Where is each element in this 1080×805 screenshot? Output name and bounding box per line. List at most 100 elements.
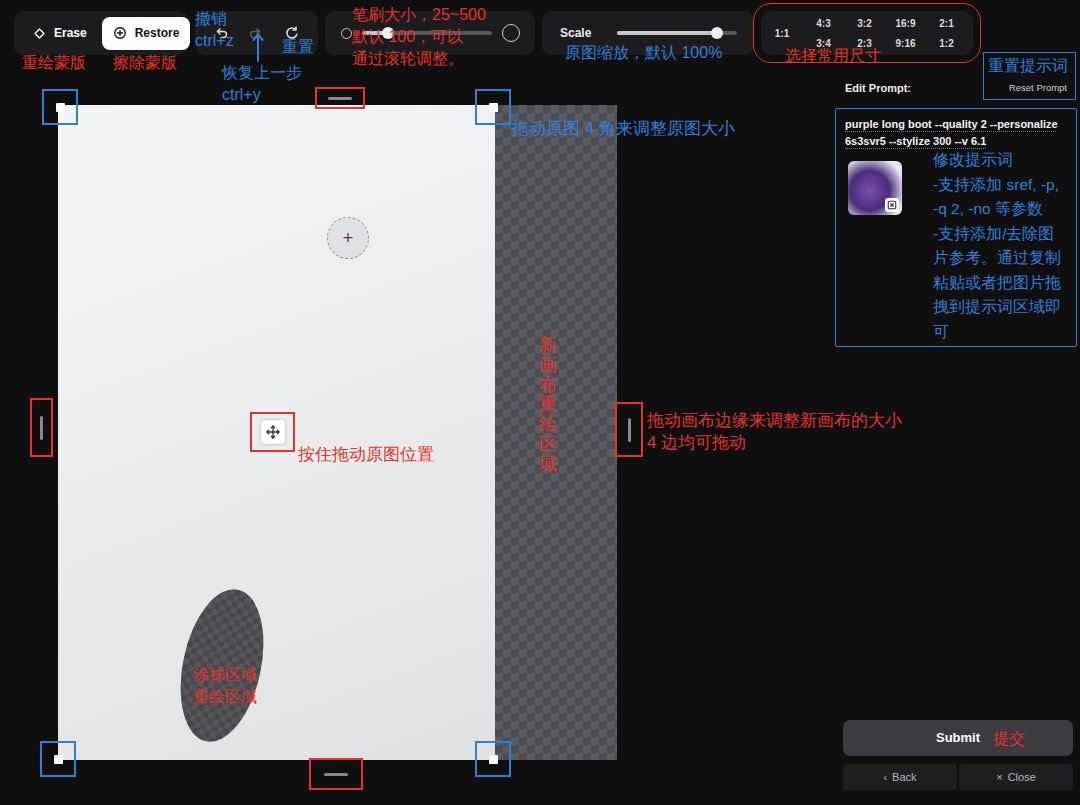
move-handle-outline — [250, 412, 295, 452]
redo-icon — [248, 25, 264, 41]
reset-prompt-button[interactable]: Reset Prompt — [1009, 81, 1067, 95]
ratio-label: 1:2 — [939, 36, 953, 51]
ratio-label: 3:4 — [816, 36, 830, 51]
erase-button[interactable]: Erase — [22, 17, 98, 50]
brush-cursor-cross: + — [343, 229, 354, 247]
canvas: + — [0, 65, 835, 805]
scale-slider-thumb[interactable] — [711, 27, 723, 39]
ratio-button[interactable]: 2:1 — [926, 13, 967, 33]
annotation-text: 笔刷大小，25~500 默认 100，可以 通过滚轮调整。 — [352, 6, 486, 67]
reset-icon — [284, 25, 300, 41]
annotation-text: 按住拖动原图位置 — [298, 445, 434, 464]
corner-handle[interactable] — [40, 741, 76, 777]
undo-button[interactable] — [209, 21, 233, 45]
back-button[interactable]: ‹Back — [843, 764, 957, 790]
corner-handle[interactable] — [42, 89, 78, 125]
corner-handle[interactable] — [475, 89, 511, 125]
annotation: 原图缩放，默认 100% — [565, 42, 722, 64]
image-reference[interactable] — [848, 161, 902, 215]
prompt-panel: Edit Prompt:Reset Prompt purple long boot… — [835, 65, 1080, 805]
ratio-label: 2:1 — [939, 16, 953, 31]
corner-grip — [489, 103, 498, 112]
edge-grip — [328, 97, 352, 100]
annotation: 擦除蒙版 — [113, 52, 177, 74]
edge-grip — [324, 773, 348, 776]
annotation-text: 新画布重绘区域 — [539, 335, 557, 474]
ratio-label: 4:3 — [816, 16, 830, 31]
ratio-label: 16:9 — [895, 16, 915, 31]
small-brush-icon — [341, 28, 352, 39]
ratio-label: 2:3 — [857, 36, 871, 51]
annotation-text: 擦除蒙版 — [113, 54, 177, 71]
close-glyph-icon: × — [996, 769, 1002, 786]
annotation: 按住拖动原图位置 — [298, 444, 434, 466]
edge-handle[interactable] — [309, 758, 363, 790]
corner-grip — [489, 755, 498, 764]
ratio-button[interactable]: 3:4 — [803, 33, 844, 53]
back-glyph-icon: ‹ — [883, 769, 887, 786]
ratio-square-cell: 1:1 — [761, 23, 803, 43]
edge-handle[interactable] — [615, 402, 643, 457]
toolbar: Erase Restore Scale 1:1 4:3 3:2 16:9 2:1 3:4 2:3 9… — [0, 0, 1080, 65]
submit-button[interactable]: Submit — [843, 720, 1073, 756]
restore-label: Restore — [135, 24, 180, 42]
corner-grip — [56, 103, 65, 112]
ratio-grid: 4:3 3:2 16:9 2:1 3:4 2:3 9:16 1:2 — [803, 13, 967, 53]
brush-size-slider[interactable] — [362, 31, 492, 35]
edge-grip — [40, 416, 43, 440]
aspect-ratios: 1:1 4:3 3:2 16:9 2:1 3:4 2:3 9:16 1:2 — [761, 11, 973, 55]
annotation-text: 撤销 ctrl+z — [195, 10, 234, 49]
scale-slider[interactable] — [617, 31, 737, 35]
move-arrows-icon[interactable] — [261, 420, 285, 444]
annotation-text: 涂抹区域 重绘区域 — [193, 666, 257, 705]
annotation: 修改提示词 -支持添加 sref, -p, -q 2, -no 等参数 -支持添… — [933, 148, 1061, 344]
ratio-button[interactable]: 1:1 — [768, 23, 796, 43]
annotation: 重绘蒙版 — [22, 52, 86, 74]
annotation: 重置 — [282, 36, 314, 58]
edge-handle[interactable] — [30, 398, 53, 457]
scale-label: Scale — [560, 24, 591, 42]
brush-size-slider-thumb[interactable] — [382, 27, 394, 39]
ratio-label: 1:1 — [775, 26, 789, 41]
annotation-outline — [983, 52, 1076, 100]
workspace: + Edit Prompt:Reset Prompt purple long boo… — [0, 65, 1080, 805]
reset-button[interactable] — [280, 21, 304, 45]
annotation: 提交 — [993, 728, 1025, 750]
large-brush-icon — [502, 24, 520, 42]
ratio-button[interactable]: 2:3 — [844, 33, 885, 53]
prompt-text[interactable]: purple long boot --quality 2 --personali… — [845, 116, 1067, 149]
edge-handle[interactable] — [315, 87, 365, 109]
brush-cursor: + — [327, 217, 369, 259]
restore-button[interactable]: Restore — [102, 17, 191, 50]
annotation-text: 修改提示词 -支持添加 sref, -p, -q 2, -no 等参数 -支持添… — [933, 151, 1061, 340]
annotation-text: 提交 — [993, 730, 1025, 747]
scale-control: Scale — [542, 11, 754, 55]
annotation-text: 拖动画布边缘来调整新画布的大小 4 边均可拖动 — [647, 411, 902, 452]
ratio-button[interactable]: 3:2 — [844, 13, 885, 33]
annotation: 恢复上一步 ctrl+y — [222, 62, 302, 106]
panel-actions: ‹Back × Close — [843, 764, 1073, 790]
erase-label: Erase — [54, 24, 87, 42]
annotation-text: 重绘蒙版 — [22, 54, 86, 71]
prompt-editor[interactable]: purple long boot --quality 2 --personali… — [835, 108, 1077, 347]
ratio-button[interactable]: 9:16 — [885, 33, 926, 53]
restore-plus-icon — [113, 26, 127, 40]
annotation: 拖动画布边缘来调整新画布的大小 4 边均可拖动 — [647, 410, 902, 454]
annotation-text: 恢复上一步 ctrl+y — [222, 64, 302, 103]
close-label: Close — [1008, 769, 1036, 786]
annotation-layer: 重绘蒙版 擦除蒙版 撤销 ctrl+z 恢复上一步 ctrl+y 重置 笔刷大小，25~5… — [0, 0, 1080, 805]
up-arrow-icon — [252, 32, 264, 62]
brush-size — [325, 11, 535, 55]
annotation: 重置提示词 — [983, 52, 1076, 100]
mask-tools: Erase Restore — [14, 11, 188, 55]
close-button[interactable]: × Close — [959, 764, 1073, 790]
corner-handle[interactable] — [475, 741, 511, 777]
remove-image-icon[interactable] — [885, 198, 899, 212]
ratio-button[interactable]: 4:3 — [803, 13, 844, 33]
prompt-header: Edit Prompt:Reset Prompt — [835, 65, 1077, 108]
annotation-text: 重置提示词 — [988, 57, 1068, 74]
ratio-button[interactable]: 1:2 — [926, 33, 967, 53]
annotation-text: 原图缩放，默认 100% — [565, 44, 722, 61]
ratio-button[interactable]: 16:9 — [885, 13, 926, 33]
history-tools — [195, 11, 318, 55]
